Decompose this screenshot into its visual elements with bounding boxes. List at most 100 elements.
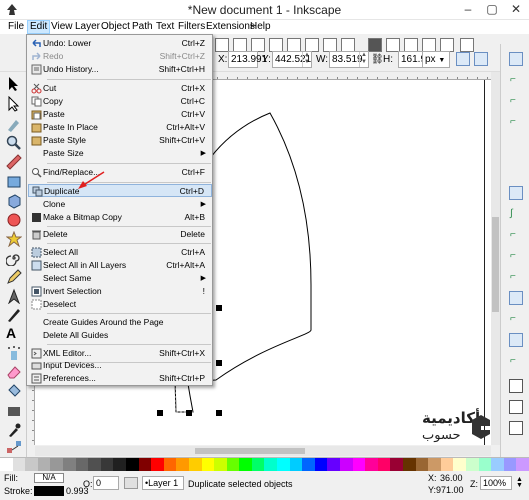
align-distribute-icon[interactable]	[422, 38, 436, 52]
palette-swatch[interactable]	[25, 458, 38, 471]
menu-filters[interactable]: Filters	[178, 21, 205, 32]
ellipse-tool-icon[interactable]	[6, 212, 22, 228]
snap-enable-icon[interactable]	[509, 52, 523, 66]
eye-icon[interactable]	[124, 477, 138, 489]
selection-handle[interactable]	[186, 410, 192, 416]
snap-grid-icon[interactable]	[509, 400, 523, 414]
zoom-page-icon[interactable]	[251, 38, 265, 52]
menu-item-redo[interactable]: Redo Shift+Ctrl+Z	[28, 50, 212, 63]
menu-text[interactable]: Text	[156, 21, 174, 32]
ungroup-icon[interactable]	[341, 38, 355, 52]
menu-item-undo-history[interactable]: Undo History... Shift+Ctrl+H	[28, 63, 212, 76]
palette-swatch[interactable]	[264, 458, 278, 471]
palette-swatch[interactable]	[100, 458, 114, 471]
menu-object[interactable]: Object	[101, 21, 130, 32]
snap-bbox-corner-icon[interactable]: ⌐	[509, 115, 523, 129]
palette-swatch[interactable]	[453, 458, 466, 471]
transform-scale-stroke-icon[interactable]	[456, 52, 470, 66]
unlink-clone-icon[interactable]	[305, 38, 319, 52]
w-input[interactable]: 83.519 ▲ ▼	[329, 51, 369, 68]
palette-swatch[interactable]	[12, 458, 26, 471]
palette-swatch[interactable]	[226, 458, 240, 471]
3d-box-tool-icon[interactable]	[6, 193, 22, 209]
menu-item-deselect[interactable]: Deselect	[28, 298, 212, 311]
snap-guides-icon[interactable]	[509, 421, 523, 435]
spray-tool-icon[interactable]	[6, 345, 22, 361]
color-palette[interactable]	[0, 457, 529, 471]
selection-handle[interactable]	[157, 410, 163, 416]
menu-help[interactable]: Help	[250, 21, 271, 32]
menu-item-select-all[interactable]: Select All Ctrl+A	[28, 246, 212, 259]
y-input[interactable]: 442.521 ▲ ▼	[272, 51, 312, 68]
opacity-input[interactable]: 0	[93, 476, 119, 490]
palette-swatch[interactable]	[62, 458, 76, 471]
y-spin-arrows[interactable]: ▲ ▼	[302, 52, 311, 67]
horizontal-scroll-thumb[interactable]	[195, 448, 305, 454]
paint-bucket-tool-icon[interactable]	[6, 383, 22, 399]
menu-item-paste-in-place[interactable]: Paste In Place Ctrl+Alt+V	[28, 121, 212, 134]
menu-item-paste-size[interactable]: Paste Size ▶	[28, 147, 212, 160]
selector-tool-icon[interactable]	[6, 76, 22, 92]
spiral-tool-icon[interactable]	[6, 250, 22, 266]
fill-swatch[interactable]: N/A	[34, 473, 64, 483]
menu-item-paste[interactable]: Paste Ctrl+V	[28, 108, 212, 121]
palette-swatch[interactable]	[88, 458, 101, 471]
palette-swatch[interactable]	[151, 458, 164, 471]
palette-swatch[interactable]	[440, 458, 454, 471]
palette-swatch[interactable]	[503, 458, 517, 471]
snap-midpoints-icon[interactable]	[509, 291, 523, 305]
menu-item-copy[interactable]: Copy Ctrl+C	[28, 95, 212, 108]
palette-swatch[interactable]	[390, 458, 403, 471]
palette-swatch[interactable]	[163, 458, 177, 471]
palette-swatch[interactable]	[0, 458, 13, 471]
xml-editor-icon[interactable]	[404, 38, 418, 52]
palette-swatch[interactable]	[314, 458, 328, 471]
palette-swatch[interactable]	[277, 458, 290, 471]
palette-swatch[interactable]	[428, 458, 441, 471]
palette-swatch[interactable]	[415, 458, 429, 471]
text-font-icon[interactable]	[386, 38, 400, 52]
palette-swatch[interactable]	[403, 458, 416, 471]
snap-bbox-icon[interactable]: ⌐	[509, 73, 523, 87]
menu-item-delete[interactable]: Delete Delete	[28, 228, 212, 241]
menu-item-bitmap-copy[interactable]: Make a Bitmap Copy Alt+B	[28, 211, 212, 224]
menu-edit[interactable]: Edit	[27, 20, 51, 34]
palette-swatch[interactable]	[251, 458, 265, 471]
palette-swatch[interactable]	[365, 458, 378, 471]
fill-stroke-icon[interactable]	[368, 38, 382, 52]
palette-swatch[interactable]	[37, 458, 51, 471]
menu-item-invert-selection[interactable]: Invert Selection!	[28, 285, 212, 298]
snap-page-border-icon[interactable]	[509, 379, 523, 393]
w-spin-arrows[interactable]: ▲ ▼	[359, 52, 368, 67]
snap-rotation-center-icon[interactable]	[509, 333, 523, 347]
snap-path-icon[interactable]: ∫	[509, 207, 523, 221]
zoom-tool-icon[interactable]	[6, 135, 22, 151]
palette-swatch[interactable]	[478, 458, 492, 471]
duplicate-icon[interactable]	[269, 38, 283, 52]
palette-swatch[interactable]	[201, 458, 215, 471]
palette-swatch[interactable]	[465, 458, 479, 471]
clone-icon[interactable]	[287, 38, 301, 52]
minimize-button[interactable]: –	[457, 0, 479, 20]
close-button[interactable]: ✕	[505, 0, 527, 20]
palette-swatch[interactable]	[302, 458, 315, 471]
zoom-input[interactable]: 100%	[480, 476, 512, 490]
palette-swatch[interactable]	[125, 458, 139, 471]
layer-select[interactable]: •Layer 1	[142, 476, 184, 490]
menu-item-cut[interactable]: Cut Ctrl+X	[28, 82, 212, 95]
menu-layer[interactable]: Layer	[75, 21, 100, 32]
snap-text-baseline-icon[interactable]: ⌐	[509, 354, 523, 368]
stroke-swatch[interactable]	[34, 486, 64, 496]
menu-item-duplicate[interactable]: Duplicate Ctrl+D	[28, 184, 212, 197]
tweak-tool-icon[interactable]	[6, 116, 22, 132]
menu-path[interactable]: Path	[132, 21, 153, 32]
menu-file[interactable]: File	[8, 21, 24, 32]
menu-item-undo[interactable]: Undo: Lower Ctrl+Z	[28, 37, 212, 50]
menu-item-find-replace[interactable]: Find/Replace... Ctrl+F	[28, 166, 212, 179]
rectangle-tool-icon[interactable]	[6, 174, 22, 190]
palette-swatch[interactable]	[113, 458, 126, 471]
eraser-tool-icon[interactable]	[6, 364, 22, 380]
palette-swatch[interactable]	[377, 458, 391, 471]
palette-swatch[interactable]	[176, 458, 189, 471]
vertical-scroll-thumb[interactable]	[492, 217, 499, 312]
